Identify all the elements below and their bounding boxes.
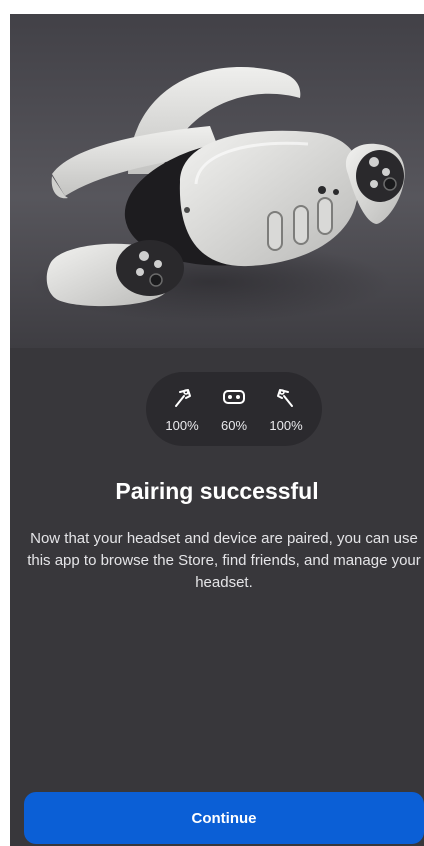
page-title: Pairing successful [115,478,319,504]
right-controller-battery-value: 100% [269,418,303,433]
headset-and-controllers-image [10,14,424,348]
left-controller-battery-value: 100% [165,418,199,433]
left-controller-icon [175,389,191,407]
pairing-screen: 100% 60% 100% Pairing successful Now tha… [10,14,424,846]
left-controller-battery: 100% [156,372,208,446]
right-controller-battery: 100% [260,372,312,446]
pairing-description: Now that your headset and device are pai… [27,530,421,591]
battery-status-pill: 100% 60% 100% [146,372,322,446]
headset-icon [223,390,245,404]
right-controller-icon [277,389,293,407]
continue-button[interactable]: Continue [24,792,424,844]
headset-battery: 60% [208,372,260,446]
headset-battery-value: 60% [220,418,248,433]
